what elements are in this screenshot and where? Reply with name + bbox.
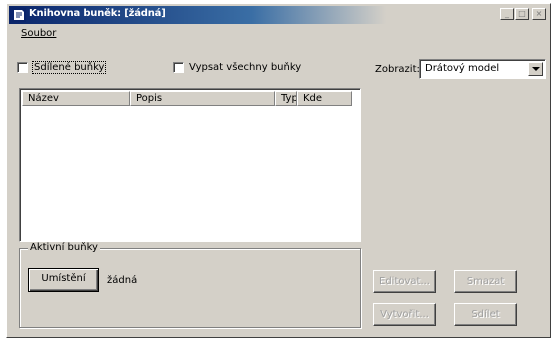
share-button-label: Sdílet xyxy=(471,309,500,320)
view-mode-label: Zobrazit: xyxy=(375,64,420,75)
menu-file[interactable]: Soubor xyxy=(21,28,56,39)
view-mode-value: Drátový model xyxy=(425,63,500,74)
close-icon: × xyxy=(535,9,543,18)
calc-all-cells-label: Vypsat všechny buňky xyxy=(189,61,302,73)
active-cells-group-title: Aktivní buňky xyxy=(28,242,100,253)
close-button[interactable]: × xyxy=(532,8,546,20)
window-title: Knihovna buněk: [žádná] xyxy=(29,8,166,19)
active-cells-group: Aktivní buňky Umístění žádná xyxy=(19,242,361,328)
cells-list-header: Název Popis Typ Kde xyxy=(22,91,358,106)
shared-cells-label: Sdílené buňky xyxy=(31,60,107,74)
calc-all-cells-checkbox-box[interactable] xyxy=(173,61,184,73)
view-mode-dropdown[interactable]: Drátový model xyxy=(419,59,546,79)
delete-button[interactable]: Smazat xyxy=(454,270,517,293)
shared-cells-checkbox[interactable]: Sdílené buňky xyxy=(17,60,107,74)
place-button[interactable]: Umístění xyxy=(28,268,99,292)
delete-button-label: Smazat xyxy=(466,276,505,287)
create-button[interactable]: Vytvořit... xyxy=(373,303,436,326)
column-header-location[interactable]: Kde xyxy=(297,91,352,106)
column-header-type[interactable]: Typ xyxy=(275,91,297,106)
active-cell-value: žádná xyxy=(107,275,138,286)
maximize-icon: □ xyxy=(518,9,526,18)
column-header-name[interactable]: Název xyxy=(22,91,130,106)
menu-bar: Soubor xyxy=(9,26,548,42)
edit-button[interactable]: Editovat... xyxy=(373,270,436,293)
cell-library-app-icon xyxy=(12,8,26,22)
minimize-icon: _ xyxy=(505,9,509,18)
share-button[interactable]: Sdílet xyxy=(454,303,517,326)
calc-all-cells-checkbox[interactable]: Vypsat všechny buňky xyxy=(173,60,301,74)
cell-library-window: Knihovna buněk: [žádná] _ □ × Soubor Sdí… xyxy=(6,3,551,338)
maximize-button[interactable]: □ xyxy=(515,8,529,20)
create-button-label: Vytvořit... xyxy=(380,309,429,320)
column-header-description[interactable]: Popis xyxy=(130,91,275,106)
shared-cells-checkbox-box[interactable] xyxy=(17,61,28,73)
edit-button-label: Editovat... xyxy=(379,276,430,287)
place-button-label: Umístění xyxy=(41,273,86,284)
title-bar[interactable]: Knihovna buněk: [žádná] _ □ × xyxy=(9,6,548,24)
minimize-button[interactable]: _ xyxy=(500,8,514,20)
chevron-down-icon[interactable] xyxy=(528,62,543,76)
cells-list[interactable]: Název Popis Typ Kde xyxy=(19,88,361,242)
